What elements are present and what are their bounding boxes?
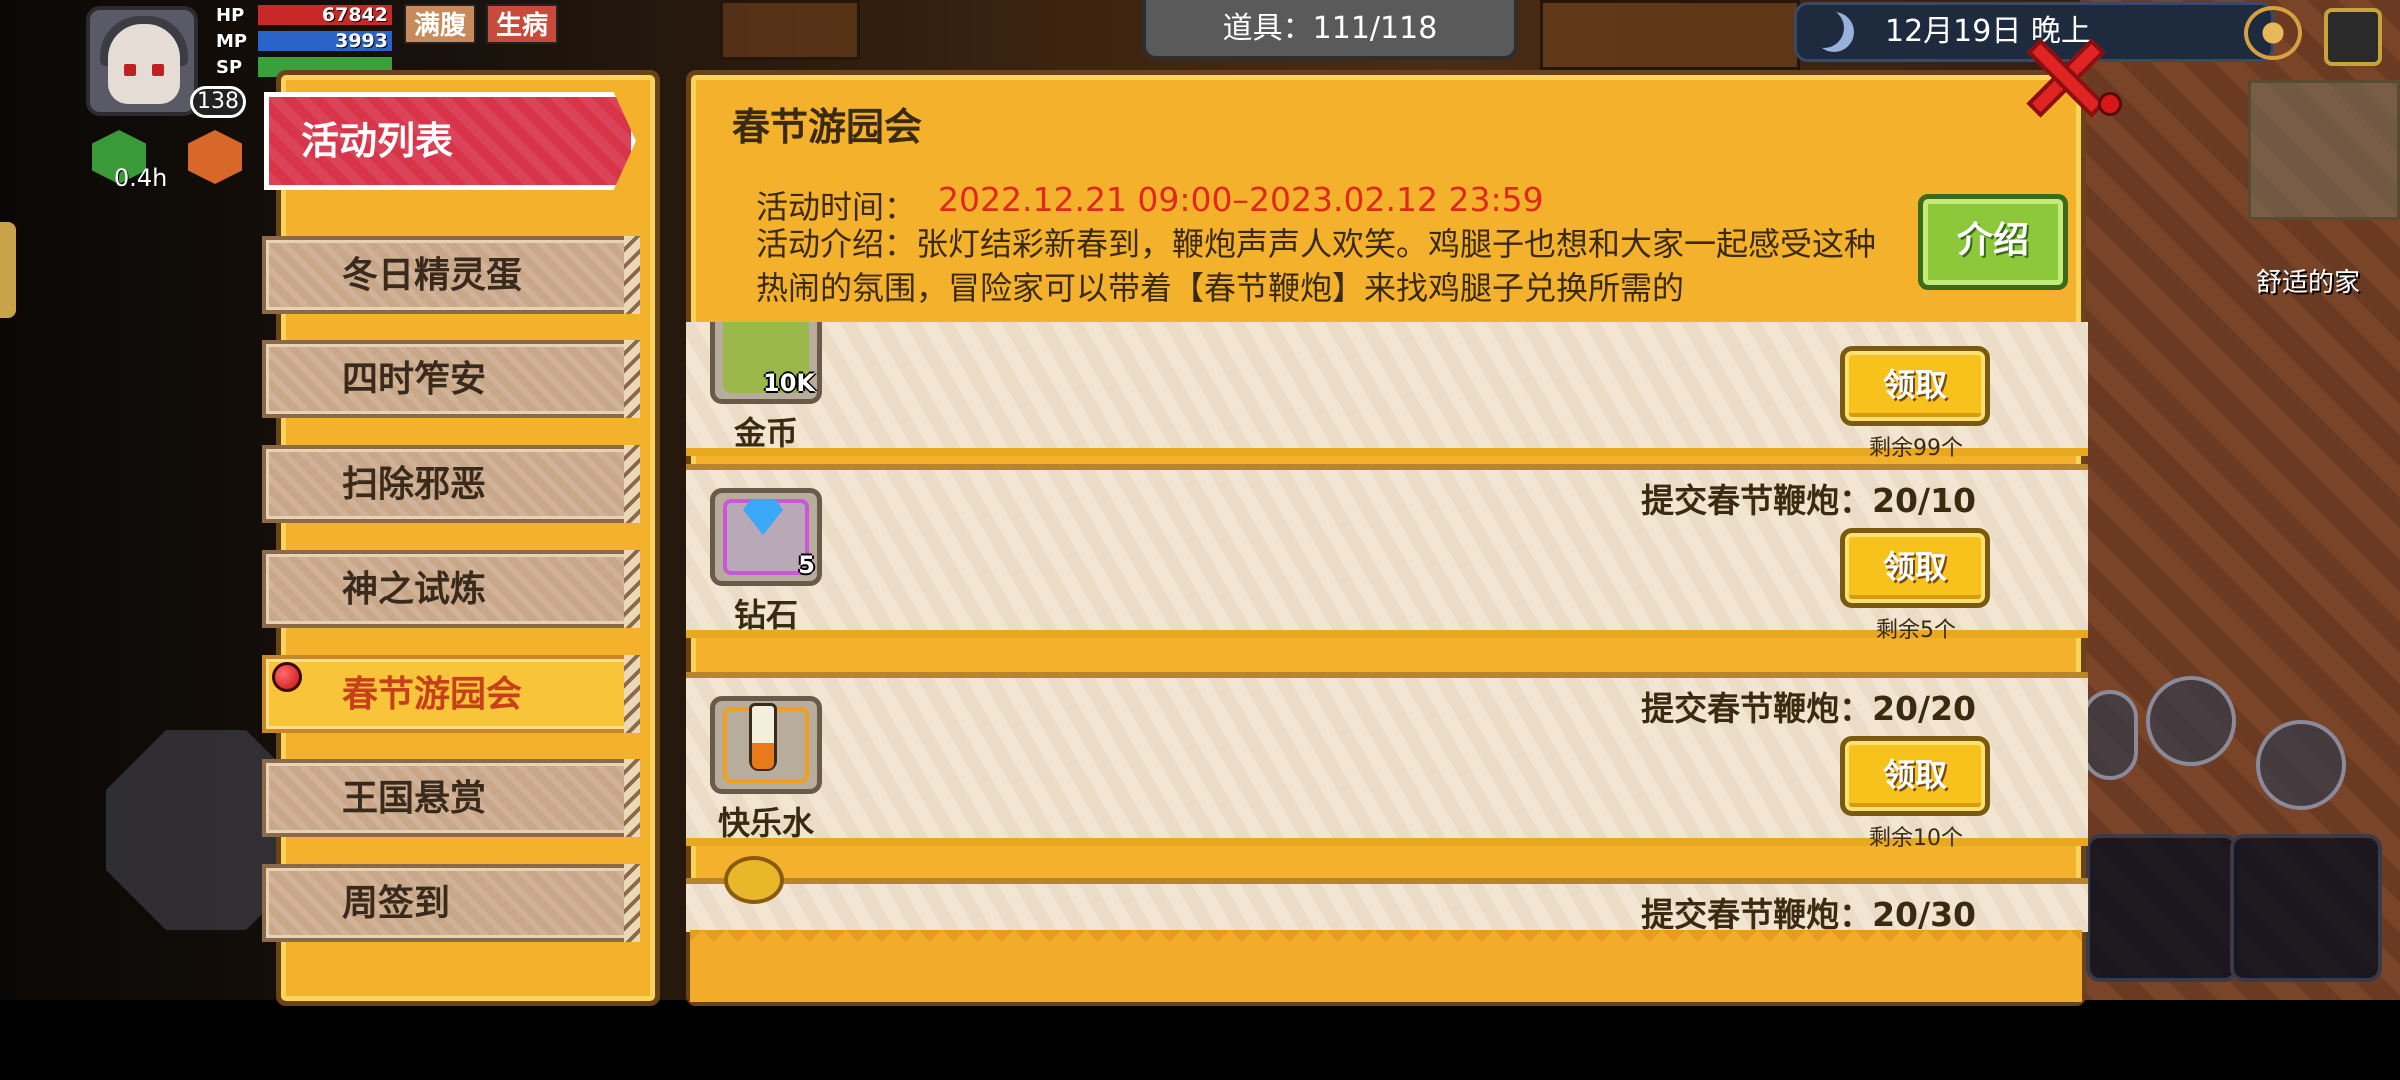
avatar-face	[108, 24, 180, 104]
potion-icon	[710, 696, 822, 794]
mp-label: MP	[216, 30, 248, 52]
event-title: 春节游园会	[732, 105, 923, 149]
status-full-tag: 满腹	[404, 4, 477, 44]
requirement-text: 提交春节鞭炮：20/30	[1641, 895, 1976, 932]
mp-value: 3993	[335, 30, 388, 52]
world-tile	[1540, 0, 1800, 70]
item-quantity: 5	[798, 551, 815, 579]
mp-fill: 3993	[258, 31, 392, 51]
event-list-header: 活动列表	[264, 92, 636, 190]
item-name: 金币	[733, 414, 798, 452]
world-tile	[720, 0, 860, 60]
event-tab-kingdom-bounty[interactable]: 王国悬赏	[262, 759, 640, 837]
claim-button[interactable]: 领取	[1840, 736, 1990, 816]
mp-bar: MP 3993	[216, 30, 392, 52]
event-tab-four-seasons[interactable]: 四时笮安	[262, 340, 640, 418]
item-quantity: 10K	[763, 369, 815, 397]
reward-row: 10K 金币 领取 剩余99个	[686, 322, 2088, 461]
swap-icon[interactable]	[2256, 720, 2346, 810]
item-name: 钻石	[733, 596, 798, 634]
bottle-liquid	[752, 743, 774, 769]
player-avatar[interactable]	[86, 6, 198, 116]
close-icon[interactable]	[2026, 36, 2122, 122]
notification-dot-icon	[272, 662, 302, 692]
avatar-eye	[124, 64, 136, 76]
gold-coin-icon	[724, 856, 784, 904]
reward-row: 提交春节鞭炮：20/30	[686, 856, 2088, 932]
claim-button[interactable]: 领取	[1840, 346, 1990, 426]
side-drawer-handle[interactable]	[0, 222, 16, 318]
moon-icon	[1814, 12, 1854, 52]
level-badge: 138	[190, 86, 246, 118]
event-description: 活动介绍：张灯结彩新春到，鞭炮声声人欢笑。鸡腿子也想和大家一起感受这种热闹的氛围…	[756, 225, 1877, 307]
diamond-icon: 5	[710, 488, 822, 586]
requirement-text: 提交春节鞭炮：20/20	[1641, 689, 1976, 728]
coin-icon: 10K	[710, 322, 822, 404]
event-time-value: 2022.12.21 09:00–2023.02.12 23:59	[938, 180, 1544, 219]
inventory-counter[interactable]: 道具：111/118	[1142, 0, 1518, 60]
remaining-count: 剩余10个	[1869, 826, 1963, 851]
minimap[interactable]	[2248, 80, 2400, 220]
event-tab-divine-trial[interactable]: 神之试炼	[262, 550, 640, 628]
event-tab-winter-egg[interactable]: 冬日精灵蛋	[262, 236, 640, 314]
event-tab-weekly-checkin[interactable]: 周签到	[262, 864, 640, 942]
reward-list[interactable]: 10K 金币 领取 剩余99个 5 钻石 提交春节鞭炮：20/10 领取 剩余5…	[686, 322, 2088, 932]
exit-icon[interactable]	[2324, 8, 2382, 66]
hp-fill: 67842	[258, 5, 392, 25]
hp-bar: HP 67842	[216, 4, 392, 26]
sword-icon[interactable]	[2086, 834, 2238, 982]
claim-button[interactable]: 领取	[1840, 528, 1990, 608]
interact-button[interactable]	[2082, 690, 2138, 780]
bottom-letterbox	[0, 1000, 2400, 1080]
event-tab-purge-evil[interactable]: 扫除邪恶	[262, 445, 640, 523]
globe-icon[interactable]	[2244, 6, 2302, 60]
remaining-count: 剩余99个	[1869, 436, 1963, 461]
item-name: 快乐水	[717, 804, 814, 842]
sp-label: SP	[216, 56, 243, 78]
hp-value: 67842	[321, 4, 388, 26]
bow-icon[interactable]	[2230, 834, 2382, 982]
buff-timer: 0.4h	[114, 164, 168, 192]
status-sick-tag: 生病	[486, 4, 559, 44]
hp-label: HP	[216, 4, 245, 26]
book-icon[interactable]	[2146, 676, 2236, 766]
close-dot	[2098, 92, 2122, 116]
panel-footer-trim	[690, 930, 2082, 1002]
intro-button[interactable]: 介绍	[1918, 194, 2068, 290]
requirement-text: 提交春节鞭炮：20/10	[1641, 481, 1976, 520]
reward-row: 快乐水 提交春节鞭炮：20/20 领取 剩余10个	[686, 672, 2088, 851]
event-tab-spring-festival[interactable]: 春节游园会	[262, 655, 640, 733]
remaining-count: 剩余5个	[1876, 618, 1956, 643]
reward-row: 5 钻石 提交春节鞭炮：20/10 领取 剩余5个	[686, 464, 2088, 643]
location-label: 舒适的家	[2256, 268, 2361, 298]
avatar-eye	[152, 64, 164, 76]
